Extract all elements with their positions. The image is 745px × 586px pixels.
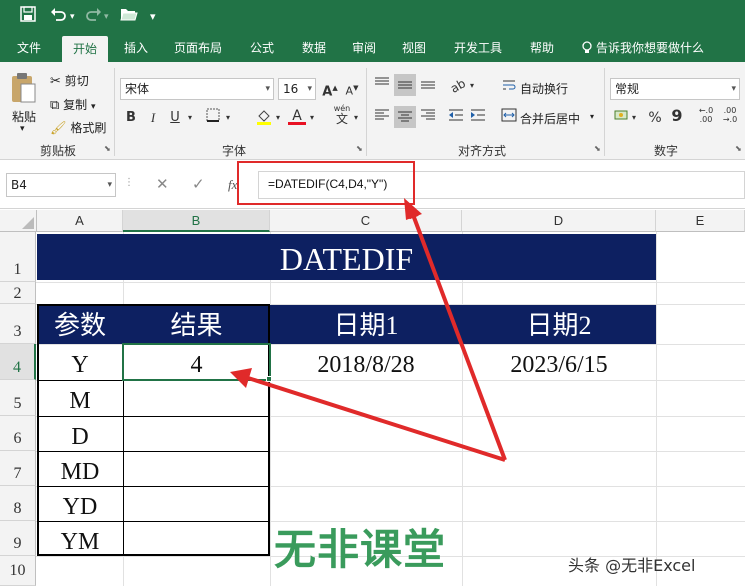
annotation-arrows <box>230 198 507 462</box>
arrow-to-formula <box>409 208 507 461</box>
arrow-to-result <box>244 375 506 462</box>
arrow-to-result-head <box>230 368 252 388</box>
arrow-to-formula-head <box>404 198 422 220</box>
